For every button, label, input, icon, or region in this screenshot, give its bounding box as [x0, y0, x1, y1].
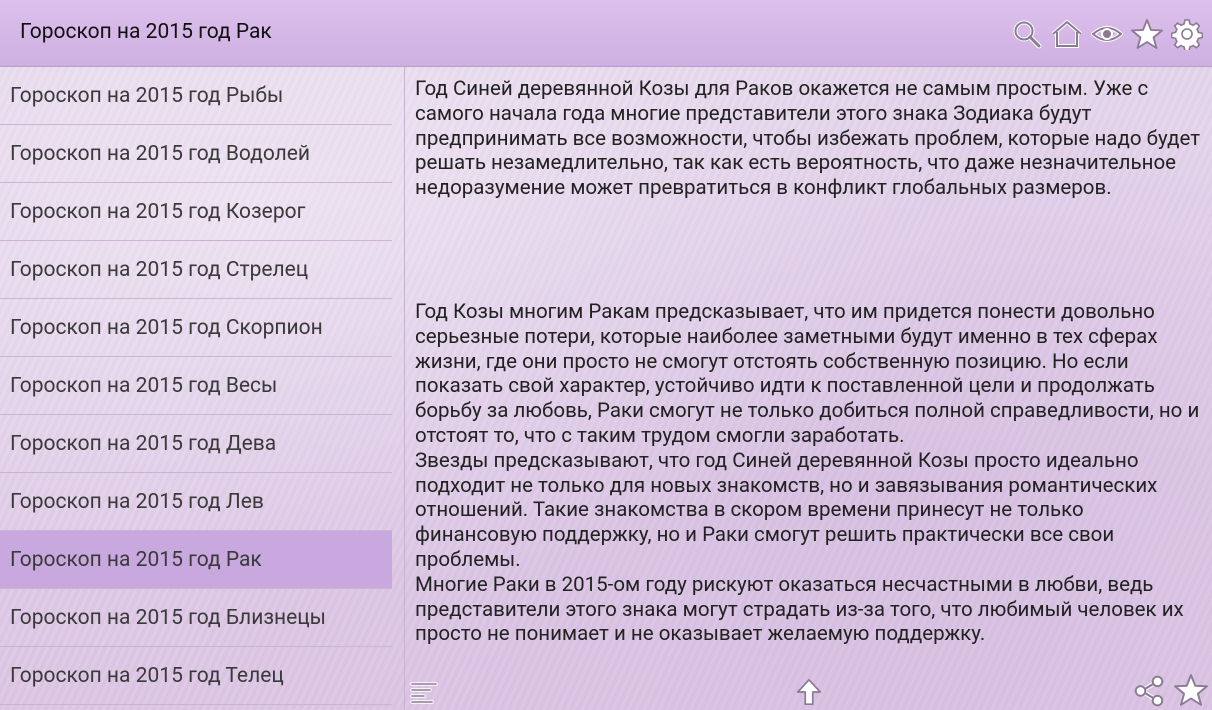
- sidebar-item-scorpio[interactable]: Гороскоп на 2015 год Скорпион: [0, 299, 392, 357]
- up-arrow-icon[interactable]: [794, 676, 824, 708]
- view-button[interactable]: [1088, 14, 1126, 54]
- horoscope-article: Год Синей деревянной Козы для Раков окаж…: [415, 77, 1205, 710]
- settings-button[interactable]: [1168, 14, 1206, 54]
- sidebar-item-capricorn[interactable]: Гороскоп на 2015 год Козерог: [0, 183, 392, 241]
- sidebar-item-label: Гороскоп на 2015 год Скорпион: [10, 315, 323, 340]
- sidebar-item-label: Гороскоп на 2015 год Рыбы: [10, 83, 284, 108]
- search-button[interactable]: [1008, 14, 1046, 54]
- sidebar-item-label: Гороскоп на 2015 год Стрелец: [10, 257, 309, 282]
- sidebar-item-label: Гороскоп на 2015 год Дева: [10, 431, 277, 456]
- article-paragraph: Звезды предсказывают, что год Синей дере…: [415, 448, 1158, 572]
- eye-icon: [1091, 26, 1123, 42]
- sidebar-item-label: Гороскоп на 2015 год Рак: [10, 547, 262, 572]
- sidebar-item-aquarius[interactable]: Гороскоп на 2015 год Водолей: [0, 125, 392, 183]
- sidebar-item-pisces[interactable]: Гороскоп на 2015 год Рыбы: [0, 67, 392, 125]
- action-icons: [1008, 14, 1206, 54]
- action-bar: Гороскоп на 2015 год Рак: [0, 0, 1212, 67]
- sidebar-item-label: Гороскоп на 2015 год Близнецы: [10, 605, 326, 630]
- sidebar-item-cancer[interactable]: Гороскоп на 2015 год Рак: [0, 531, 392, 589]
- favorite-button[interactable]: [1128, 14, 1166, 54]
- sidebar-item-label: Гороскоп на 2015 год Водолей: [10, 141, 311, 166]
- sidebar-item-virgo[interactable]: Гороскоп на 2015 год Дева: [0, 415, 392, 473]
- star-icon: [1131, 19, 1163, 49]
- sidebar-item-leo[interactable]: Гороскоп на 2015 год Лев: [0, 473, 392, 531]
- pane-divider: [404, 67, 405, 710]
- app-title: Гороскоп на 2015 год Рак: [20, 20, 272, 44]
- sidebar-item-label: Гороскоп на 2015 год Лев: [10, 489, 264, 514]
- article-paragraph: Многие Раки в 2015-ом году рискуют оказа…: [415, 572, 1184, 647]
- sidebar-item-label: Гороскоп на 2015 год Козерог: [10, 199, 306, 224]
- sidebar-item-gemini[interactable]: Гороскоп на 2015 год Близнецы: [0, 589, 392, 647]
- article-paragraph: Год Синей деревянной Козы для Раков окаж…: [415, 77, 1201, 201]
- search-icon: [1013, 20, 1042, 49]
- share-icon[interactable]: [1132, 674, 1166, 708]
- sidebar-item-label: Гороскоп на 2015 год Весы: [10, 373, 278, 398]
- gear-icon: [1171, 19, 1203, 50]
- home-icon: [1051, 20, 1083, 48]
- sidebar-item-libra[interactable]: Гороскоп на 2015 год Весы: [0, 357, 392, 415]
- sidebar-item-taurus[interactable]: Гороскоп на 2015 год Телец: [0, 647, 392, 705]
- sidebar-item-label: Гороскоп на 2015 год Телец: [10, 663, 284, 688]
- home-button[interactable]: [1048, 14, 1086, 54]
- list-icon[interactable]: [408, 676, 440, 708]
- article-paragraph: Год Козы многим Ракам предсказывает, что…: [415, 299, 1200, 448]
- favorite-star-icon[interactable]: [1174, 673, 1208, 707]
- sidebar-item-sagittarius[interactable]: Гороскоп на 2015 год Стрелец: [0, 241, 392, 299]
- sign-list: Гороскоп на 2015 год Рыбы Гороскоп на 20…: [0, 67, 392, 710]
